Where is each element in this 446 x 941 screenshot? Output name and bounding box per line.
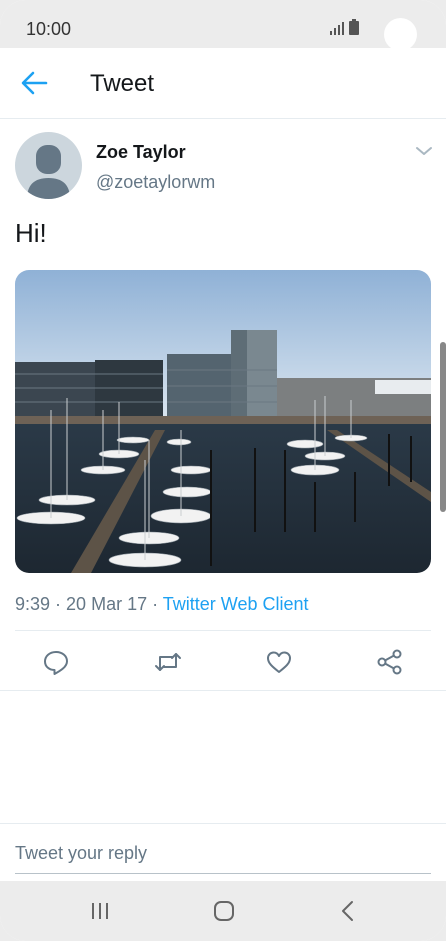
tweet-actions — [0, 640, 446, 684]
default-avatar-icon — [27, 145, 70, 199]
recents-icon[interactable] — [86, 899, 114, 923]
reply-underline — [15, 873, 431, 874]
system-nav-bar — [0, 881, 446, 941]
divider — [15, 630, 431, 631]
harbor-photo — [15, 270, 431, 573]
tweet-text: Hi! — [15, 218, 47, 248]
reply-icon[interactable] — [42, 648, 70, 676]
nav-back-icon[interactable] — [334, 899, 362, 923]
page-title: Tweet — [90, 70, 155, 97]
back-arrow-icon[interactable] — [20, 70, 48, 96]
status-bar: 10:00 — [0, 0, 446, 51]
divider — [0, 823, 446, 824]
tweet-photo[interactable] — [15, 270, 431, 573]
divider — [0, 690, 446, 691]
tweet-meta: 9:39 · 20 Mar 17 · Twitter Web Client — [15, 594, 308, 615]
tweet-date: 20 Mar 17 — [66, 594, 148, 614]
share-icon[interactable] — [376, 648, 404, 676]
reply-input[interactable]: Tweet your reply — [15, 843, 147, 864]
author-name[interactable]: Zoe Taylor — [96, 142, 186, 163]
scrollbar[interactable] — [440, 342, 446, 512]
tweet-client-link[interactable]: Twitter Web Client — [163, 594, 309, 614]
battery-icon — [349, 19, 359, 35]
signal-icon — [330, 21, 344, 35]
chevron-down-icon[interactable] — [414, 144, 434, 158]
tweet-time: 9:39 — [15, 594, 51, 614]
app-header: Tweet — [0, 48, 446, 119]
status-time: 10:00 — [26, 19, 72, 39]
avatar[interactable] — [15, 132, 82, 199]
author-handle[interactable]: @zoetaylorwm — [96, 172, 215, 193]
home-icon[interactable] — [210, 899, 238, 923]
front-camera — [384, 18, 417, 51]
like-icon[interactable] — [265, 648, 293, 676]
retweet-icon[interactable] — [154, 648, 182, 676]
phone-screen: 10:00 Tweet Zoe Taylor @zoetaylorwm Hi! — [0, 0, 446, 941]
meta-separator: · — [50, 594, 67, 614]
meta-separator: · — [147, 594, 163, 614]
